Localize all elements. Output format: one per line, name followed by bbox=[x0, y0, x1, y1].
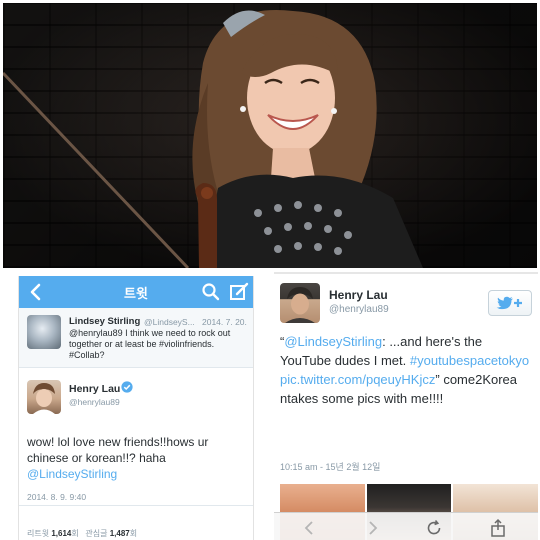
avatar[interactable] bbox=[27, 315, 61, 349]
pic-link[interactable]: pic.twitter.com/pqeuyHKjcz bbox=[280, 372, 435, 387]
header-photo bbox=[3, 3, 537, 268]
mobile-tweet-screenshot: Henry Lau @henrylau89 “@LindseyStirling:… bbox=[274, 272, 538, 540]
retweet-count[interactable]: 1,614 bbox=[51, 529, 71, 538]
verified-icon bbox=[121, 381, 133, 393]
tweet-timestamp: 10:15 am - 15년 2월 12일 bbox=[280, 462, 381, 472]
search-icon[interactable] bbox=[201, 282, 221, 302]
header-title: 트윗 bbox=[124, 285, 148, 301]
tweet-text: wow! lol love new friends!!hows ur chine… bbox=[27, 435, 209, 481]
forward-icon[interactable] bbox=[362, 518, 382, 538]
twitter-header-bar: 트윗 bbox=[19, 276, 253, 308]
avatar[interactable] bbox=[27, 380, 61, 414]
reply-text: @henrylau89 I think we need to rock out … bbox=[69, 328, 231, 360]
reply-author-name[interactable]: Lindsey Stirling bbox=[69, 316, 140, 327]
tweet-author-handle: @henrylau89 bbox=[329, 304, 389, 315]
main-tweet: Henry Lau @henrylau89 wow! lol love new … bbox=[19, 368, 253, 506]
compose-icon[interactable] bbox=[228, 281, 250, 303]
in-reply-to-tweet[interactable]: Lindsey Stirling @LindseyS... 2014. 7. 2… bbox=[19, 308, 253, 368]
follow-button[interactable] bbox=[488, 290, 532, 316]
tweet-author-name[interactable]: Henry Lau bbox=[69, 383, 120, 395]
browser-toolbar bbox=[274, 512, 538, 540]
chevron-left-icon[interactable] bbox=[25, 280, 47, 304]
tweet-stats: 리트윗 1,614회 관심글 1,487회 bbox=[27, 529, 138, 538]
violinist-illustration bbox=[3, 10, 423, 268]
reload-icon[interactable] bbox=[424, 518, 444, 538]
tweet-detail-screenshot: 트윗 Lindsey Stirling @LindseyS... 2014. 7… bbox=[18, 276, 254, 540]
mention-link[interactable]: @LindseyStirling bbox=[284, 334, 382, 349]
follow-icon bbox=[496, 296, 522, 310]
avatar[interactable] bbox=[280, 283, 320, 323]
reply-author-handle: @LindseyS... bbox=[144, 317, 195, 327]
tweet-author-name[interactable]: Henry Lau bbox=[329, 288, 388, 302]
back-icon[interactable] bbox=[300, 518, 320, 538]
tweet-date: 2014. 8. 9. 9:40 bbox=[27, 492, 87, 502]
mention-link[interactable]: @LindseyStirling bbox=[27, 467, 117, 481]
share-icon[interactable] bbox=[488, 518, 508, 538]
tweet-author-handle: @henrylau89 bbox=[69, 397, 120, 407]
hashtag-link[interactable]: #youtubespacetokyo bbox=[410, 353, 529, 368]
tweet-text: “@LindseyStirling: ...and here's the You… bbox=[280, 334, 530, 406]
favorite-count[interactable]: 1,487 bbox=[110, 529, 130, 538]
reply-date: 2014. 7. 20. bbox=[202, 317, 247, 327]
